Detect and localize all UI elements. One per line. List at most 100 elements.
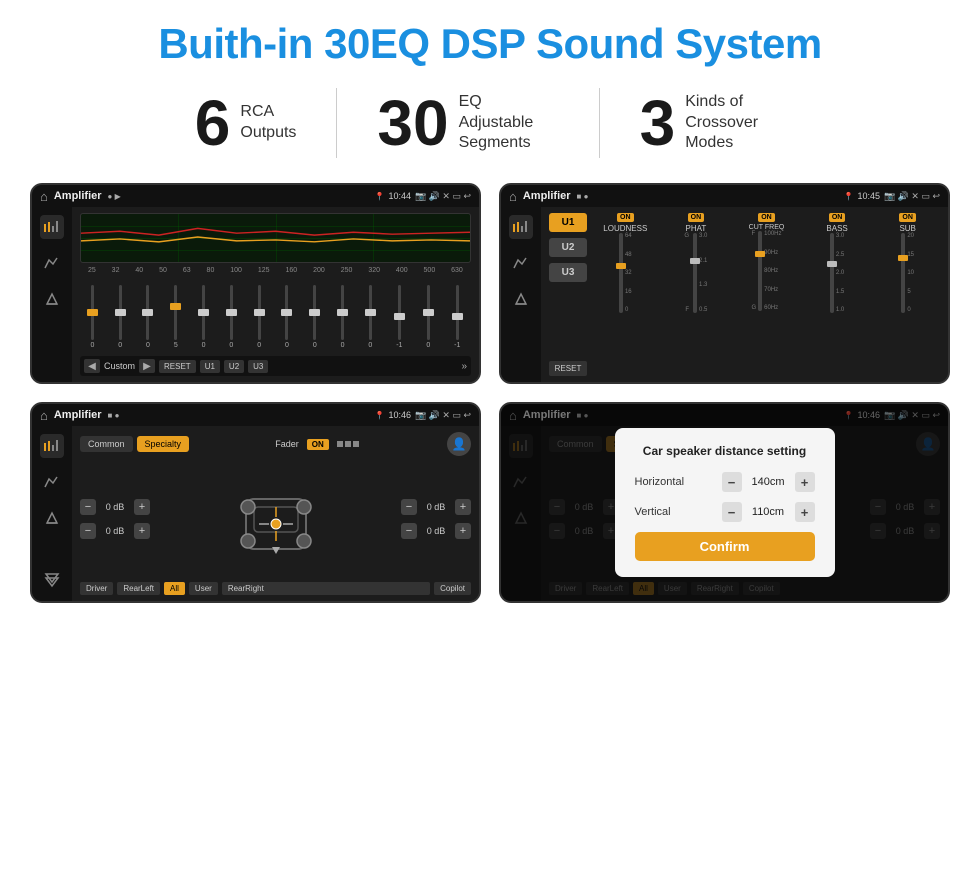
eq-right-arrows: » [461,361,467,372]
eq-u1-btn[interactable]: U1 [200,360,220,373]
fader-on-badge[interactable]: ON [307,439,329,450]
screen-eq: ⌂ Amplifier ● ▶ 📍 10:44 📷 🔊 ✕ ▭ ↩ [30,183,481,384]
fader-vol4-plus[interactable]: + [455,523,471,539]
crossover-u2[interactable]: U2 [549,238,587,257]
fader-tab-specialty[interactable]: Specialty [137,436,190,452]
fader-vol-row-1: − 0 dB + [80,499,150,515]
fader-tab-common[interactable]: Common [80,436,133,452]
dialog-vertical-label: Vertical [635,506,671,518]
crossover-u1[interactable]: U1 [549,213,587,232]
fader-vol3-minus[interactable]: − [401,499,417,515]
dialog-vertical-control: − 110cm + [722,502,815,522]
fader-left-vols: − 0 dB + − 0 dB + [80,462,150,576]
fader-vol1-minus[interactable]: − [80,499,96,515]
fader-home-icon[interactable]: ⌂ [40,408,48,423]
fader-vol2-value: 0 dB [100,526,130,536]
screen-fader: ⌂ Amplifier ■ ● 📍 10:46 📷 🔊 ✕ ▭ ↩ [30,402,481,603]
eq-u3-btn[interactable]: U3 [248,360,268,373]
fader-vol3-plus[interactable]: + [455,499,471,515]
fader-vol-row-2: − 0 dB + [80,523,150,539]
eq-next-btn[interactable]: ▶ [139,359,155,373]
fader-user-btn[interactable]: User [189,582,218,595]
fader-tabs: Common Specialty [80,436,189,452]
fader-profile-icon[interactable]: 👤 [447,432,471,456]
crossover-icon-3[interactable] [509,287,533,311]
crossover-status-icons: 📷 🔊 ✕ ▭ ↩ [884,191,940,202]
eq-slider-2[interactable]: 0 [118,282,122,352]
eq-slider-1[interactable]: 0 [90,282,94,352]
eq-reset-btn[interactable]: RESET [159,360,196,373]
crossover-reset[interactable]: RESET [549,361,587,376]
dialog-vertical-plus[interactable]: + [795,502,815,522]
ch-bass: ON BASS 3.02.52.01.51.0 [805,213,870,313]
crossover-home-icon[interactable]: ⌂ [509,189,517,204]
stats-row: 6 RCAOutputs 30 EQ AdjustableSegments 3 … [30,88,950,158]
stat-number-eq: 30 [377,91,448,155]
fader-vol3-value: 0 dB [421,502,451,512]
stat-text-eq: EQ AdjustableSegments [459,92,559,154]
dialog-title: Car speaker distance setting [635,444,815,458]
fader-dots: ■ ● [108,411,120,420]
fader-icon-3[interactable] [40,506,64,530]
stat-number-rca: 6 [195,91,231,155]
fader-vol4-value: 0 dB [421,526,451,536]
fader-label: Fader [275,439,299,449]
home-icon[interactable]: ⌂ [40,189,48,204]
eq-slider-14[interactable]: -1 [454,282,460,352]
eq-slider-12[interactable]: -1 [396,282,402,352]
eq-icon-3[interactable] [40,287,64,311]
eq-time: 10:44 [388,191,411,201]
eq-slider-13[interactable]: 0 [426,282,430,352]
crossover-icon-2[interactable] [509,251,533,275]
eq-slider-9[interactable]: 0 [313,282,317,352]
dialog-horizontal-minus[interactable]: − [722,472,742,492]
crossover-time: 10:45 [857,191,880,201]
fader-rearleft-btn[interactable]: RearLeft [117,582,160,595]
eq-slider-10[interactable]: 0 [341,282,345,352]
eq-graph [80,213,471,263]
crossover-app-title: Amplifier [523,190,571,202]
eq-u2-btn[interactable]: U2 [224,360,244,373]
ch-cutfreq: ON CUT FREQ FG 100Hz90Hz80Hz70Hz60Hz [734,213,799,311]
crossover-status-center: 📍 10:45 📷 🔊 ✕ ▭ ↩ [844,191,941,202]
eq-content: 253240506380100125160200250320400500630 … [32,207,479,382]
eq-slider-6[interactable]: 0 [229,282,233,352]
fader-copilot-btn[interactable]: Copilot [434,582,471,595]
fader-driver-btn[interactable]: Driver [80,582,113,595]
eq-icon-1[interactable] [40,215,64,239]
eq-slider-5[interactable]: 0 [202,282,206,352]
eq-slider-3[interactable]: 0 [146,282,150,352]
crossover-pin-icon: 📍 [844,192,854,201]
fader-vol1-plus[interactable]: + [134,499,150,515]
crossover-icon-1[interactable] [509,215,533,239]
dialog-confirm-button[interactable]: Confirm [635,532,815,561]
crossover-main-area: U1 U2 U3 RESET ON LOUDNESS [541,207,948,382]
fader-car-diagram [158,462,393,576]
eq-slider-8[interactable]: 0 [285,282,289,352]
fader-icon-2[interactable] [40,470,64,494]
dialog-horizontal-value: 140cm [746,476,791,488]
fader-side-panel [32,426,72,601]
eq-slider-11[interactable]: 0 [368,282,372,352]
stat-crossover: 3 Kinds ofCrossover Modes [600,91,826,155]
eq-slider-4[interactable]: 5 [174,282,178,352]
stat-eq: 30 EQ AdjustableSegments [337,91,598,155]
fader-vol2-plus[interactable]: + [134,523,150,539]
eq-slider-7[interactable]: 0 [257,282,261,352]
fader-icon-4[interactable] [40,569,64,593]
fader-rearright-btn[interactable]: RearRight [222,582,430,595]
crossover-u3[interactable]: U3 [549,263,587,282]
eq-dots: ● ▶ [108,192,121,201]
fader-bottom-row: Driver RearLeft All User RearRight Copil… [80,582,471,595]
dialog-horizontal-plus[interactable]: + [795,472,815,492]
fader-icon-1[interactable] [40,434,64,458]
dialog-vertical-minus[interactable]: − [722,502,742,522]
fader-layout: − 0 dB + − 0 dB + [80,462,471,576]
eq-sliders[interactable]: 0 0 0 5 0 0 0 0 0 0 0 -1 0 -1 [80,278,471,356]
eq-icon-2[interactable] [40,251,64,275]
fader-vol2-minus[interactable]: − [80,523,96,539]
fader-all-btn[interactable]: All [164,582,185,595]
dialog-vertical-row: Vertical − 110cm + [635,502,815,522]
eq-prev-btn[interactable]: ◀ [84,359,100,373]
fader-vol4-minus[interactable]: − [401,523,417,539]
